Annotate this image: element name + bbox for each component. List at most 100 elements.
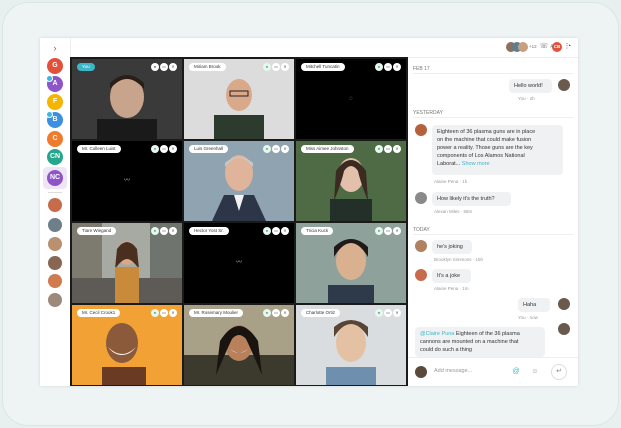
- avatar[interactable]: [48, 256, 62, 270]
- close-icon[interactable]: ✕: [393, 145, 401, 153]
- video-tile[interactable]: Miss Aimee Johnston ● ▭ ✕: [296, 141, 406, 221]
- avatar[interactable]: [558, 323, 570, 335]
- mic-icon[interactable]: ●: [375, 63, 383, 71]
- video-tile[interactable]: Luis Greenhall ● ▭ ✕: [184, 141, 294, 221]
- participant-count[interactable]: +12: [529, 44, 537, 49]
- message-composer: Add message... @ ☺ ↵: [408, 357, 578, 386]
- avatar[interactable]: [558, 298, 570, 310]
- mention-link[interactable]: @Claire Puna: [420, 331, 454, 337]
- space-a[interactable]: A: [46, 75, 63, 92]
- close-icon[interactable]: ✕: [169, 63, 177, 71]
- close-icon[interactable]: ✕: [169, 309, 177, 317]
- space-g[interactable]: G: [47, 58, 63, 74]
- camera-icon[interactable]: ▭: [272, 227, 280, 235]
- chat-panel: FEB 17 Hello world! You · 2h YESTERDAY E…: [408, 57, 578, 357]
- video-tile[interactable]: Mr. Rosemary Moulier ● ▭ ✕: [184, 305, 294, 385]
- camera-icon[interactable]: ▭: [272, 309, 280, 317]
- close-icon[interactable]: ✕: [281, 309, 289, 317]
- close-icon[interactable]: ✕: [169, 145, 177, 153]
- waveform-icon: 〰: [235, 260, 242, 266]
- mic-icon[interactable]: ●: [375, 145, 383, 153]
- participant-name: Mr. Cecil Crook1: [77, 309, 121, 317]
- close-icon[interactable]: ✕: [393, 63, 401, 71]
- message-meta: You · 2h: [518, 96, 535, 101]
- mic-icon[interactable]: ●: [263, 63, 271, 71]
- avatar[interactable]: [48, 198, 62, 212]
- space-b[interactable]: B: [46, 111, 63, 128]
- video-tile[interactable]: Mr. Cecil Crook1 ● ▭ ✕: [72, 305, 182, 385]
- avatar[interactable]: [518, 42, 528, 52]
- video-tile[interactable]: Tiare Wiegand ● ▭ ✕: [72, 223, 182, 303]
- video-tile[interactable]: You ● ▭ ✕: [72, 59, 182, 139]
- video-tile[interactable]: Miriam Brook ● ▭ ✕: [184, 59, 294, 139]
- video-tile[interactable]: ◌ Mitchell Tuncatin ● ▭ ✕: [296, 59, 406, 139]
- avatar[interactable]: [48, 293, 62, 307]
- close-icon[interactable]: ✕: [281, 145, 289, 153]
- camera-icon[interactable]: ▭: [160, 309, 168, 317]
- camera-icon[interactable]: ▭: [160, 145, 168, 153]
- date-divider: TODAY: [413, 227, 573, 235]
- space-f[interactable]: F: [47, 94, 63, 110]
- avatar[interactable]: [48, 218, 62, 232]
- mic-icon[interactable]: ●: [263, 145, 271, 153]
- avatar: [415, 366, 427, 378]
- participant-name: Hector Yost Sr.: [189, 227, 229, 235]
- tile-controls: ● ▭ ✕: [262, 63, 289, 71]
- video-tile[interactable]: Charlotte Ortiz ● ▭ ✕: [296, 305, 406, 385]
- chevron-right-icon[interactable]: ›: [48, 42, 62, 54]
- close-icon[interactable]: ✕: [393, 227, 401, 235]
- avatar[interactable]: [415, 240, 427, 252]
- camera-icon[interactable]: ▭: [384, 309, 392, 317]
- message-line: Eighteen of 36 plasma guns are in place: [437, 129, 536, 135]
- video-tile[interactable]: 〰 Mr. Colleen Luist ● ▭ ✕: [72, 141, 182, 221]
- camera-icon[interactable]: ▭: [272, 63, 280, 71]
- mic-icon[interactable]: ●: [151, 63, 159, 71]
- mic-icon[interactable]: ●: [151, 145, 159, 153]
- space-c[interactable]: C: [47, 131, 63, 147]
- show-more-link[interactable]: Show more: [462, 161, 490, 167]
- camera-icon[interactable]: ▭: [160, 63, 168, 71]
- camera-icon[interactable]: ▭: [160, 227, 168, 235]
- video-tile[interactable]: 〰 Hector Yost Sr. ● ▭ ✕: [184, 223, 294, 303]
- avatar[interactable]: [415, 192, 427, 204]
- participant-video: [184, 305, 294, 385]
- mic-icon[interactable]: ●: [263, 309, 271, 317]
- message-meta: You · now: [518, 315, 538, 320]
- mic-icon[interactable]: ●: [375, 227, 383, 235]
- space-nc-selected[interactable]: NC: [43, 167, 67, 189]
- message-input[interactable]: Add message...: [434, 368, 504, 374]
- avatar[interactable]: [558, 79, 570, 91]
- loading-icon: ◌: [349, 96, 353, 102]
- participant-video: [72, 305, 182, 385]
- mic-icon[interactable]: ●: [151, 227, 159, 235]
- search-icon[interactable]: ⌕: [547, 42, 557, 52]
- close-icon[interactable]: ✕: [281, 227, 289, 235]
- avatar[interactable]: [48, 274, 62, 288]
- participant-video: [184, 141, 294, 221]
- camera-icon[interactable]: ▭: [384, 63, 392, 71]
- message-line: could do such a thing: [420, 347, 472, 353]
- send-icon[interactable]: ↵: [551, 364, 567, 380]
- participant-name: You: [77, 63, 95, 71]
- mic-icon[interactable]: ●: [263, 227, 271, 235]
- rail-divider: [48, 192, 62, 193]
- close-icon[interactable]: ✕: [393, 309, 401, 317]
- emoji-icon[interactable]: ☺: [530, 367, 540, 377]
- close-icon[interactable]: ✕: [281, 63, 289, 71]
- camera-icon[interactable]: ▭: [272, 145, 280, 153]
- more-vertical-icon[interactable]: ⋮: [562, 42, 572, 52]
- camera-icon[interactable]: ▭: [384, 227, 392, 235]
- mention-icon[interactable]: @: [511, 367, 521, 377]
- mic-icon[interactable]: ●: [375, 309, 383, 317]
- avatar[interactable]: [48, 237, 62, 251]
- avatar[interactable]: [415, 124, 427, 136]
- space-cn[interactable]: CN: [47, 149, 63, 165]
- avatar[interactable]: [415, 269, 427, 281]
- participant-name: Tiare Wiegand: [77, 227, 117, 235]
- camera-icon[interactable]: ▭: [384, 145, 392, 153]
- message-meta: Alexan Miles · 58m: [434, 209, 473, 214]
- mic-icon[interactable]: ●: [151, 309, 159, 317]
- tile-controls: ● ▭ ✕: [374, 227, 401, 235]
- close-icon[interactable]: ✕: [169, 227, 177, 235]
- video-tile[interactable]: Tricia Kuck ● ▭ ✕: [296, 223, 406, 303]
